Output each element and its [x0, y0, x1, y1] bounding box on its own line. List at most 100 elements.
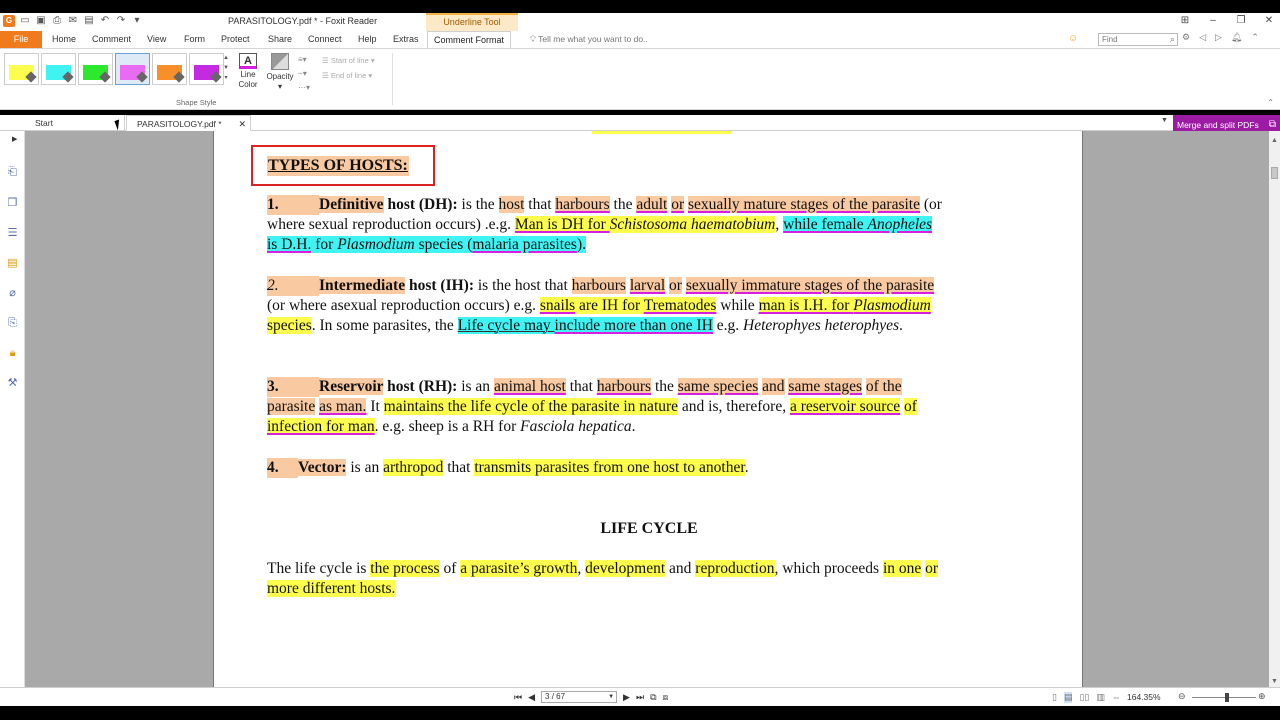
- tab-file[interactable]: File: [0, 31, 42, 48]
- customize-icon[interactable]: ▾: [131, 15, 143, 27]
- page-dropdown-icon[interactable]: ▼: [608, 692, 614, 702]
- forward-icon[interactable]: ▷: [1215, 32, 1222, 43]
- restore-button[interactable]: ❐: [1236, 15, 1246, 26]
- style-swatch-green[interactable]: [78, 53, 113, 85]
- tab-help[interactable]: Help: [358, 31, 377, 48]
- undo-icon[interactable]: ↶: [99, 15, 111, 27]
- vertical-scrollbar[interactable]: ▲ ▼: [1269, 131, 1280, 687]
- style-swatch-yellow[interactable]: [4, 53, 39, 85]
- tools-icon[interactable]: ⚒: [6, 377, 19, 390]
- line-dash-icon[interactable]: ┄▾: [298, 67, 310, 81]
- search-icon[interactable]: ⌕: [1170, 34, 1175, 45]
- continuous-page-icon[interactable]: ▤: [1063, 692, 1073, 703]
- opacity-button[interactable]: Opacity ▾: [266, 53, 294, 92]
- zoom-slider-track[interactable]: [1192, 697, 1256, 698]
- comments-icon[interactable]: ▤: [6, 257, 19, 270]
- line-width-icon[interactable]: ≡▾: [298, 53, 310, 67]
- next-view-icon[interactable]: ⧈: [663, 692, 669, 703]
- partial-highlight: [592, 131, 732, 134]
- tab-extras[interactable]: Extras: [393, 31, 419, 48]
- partial-line: [332, 131, 932, 135]
- minimize-button[interactable]: –: [1208, 15, 1218, 26]
- email-icon[interactable]: ✉: [67, 15, 79, 27]
- end-of-line-dropdown[interactable]: ☰ End of line ▾: [322, 68, 375, 83]
- p2-highlight: Plasmodium: [853, 297, 931, 314]
- bell-icon[interactable]: 🔔︎: [1231, 32, 1242, 43]
- tab-form[interactable]: Form: [184, 31, 205, 48]
- opacity-dropdown-icon: ▾: [277, 82, 282, 91]
- gear-icon[interactable]: ⚙: [1182, 32, 1190, 43]
- open-icon[interactable]: ▭: [19, 15, 31, 27]
- print-icon[interactable]: ⎙: [51, 15, 63, 27]
- bookmark-icon[interactable]: ⎗: [6, 166, 19, 179]
- single-page-icon[interactable]: ▯: [1052, 692, 1057, 703]
- style-swatch-purple[interactable]: [189, 53, 224, 85]
- tab-view[interactable]: View: [147, 31, 166, 48]
- smiley-icon[interactable]: ☺: [1068, 33, 1078, 44]
- style-swatch-orange[interactable]: [152, 53, 187, 85]
- tab-home[interactable]: Home: [52, 31, 76, 48]
- zoom-in-icon[interactable]: ⊕: [1258, 691, 1266, 702]
- scan-icon[interactable]: ▤: [83, 15, 95, 27]
- previous-view-icon[interactable]: ⧉: [650, 692, 656, 703]
- collapse-ribbon-icon[interactable]: ⌃: [1251, 32, 1259, 43]
- back-icon[interactable]: ◁: [1199, 32, 1206, 43]
- p1-highlight: host: [498, 196, 525, 213]
- page-number-input[interactable]: 3 / 67 ▼: [541, 691, 618, 703]
- fit-page-icon[interactable]: ⇔: [1112, 692, 1121, 703]
- scroll-up-icon[interactable]: ▲: [1271, 137, 1278, 144]
- document-viewport[interactable]: TYPES OF HOSTS: 1. Definitive host (DH): …: [25, 131, 1269, 687]
- ribbon-collapse-icon[interactable]: ⌃: [1267, 98, 1274, 107]
- p4-highlight: arthropod: [383, 459, 444, 476]
- last-page-icon[interactable]: ⏭: [636, 692, 644, 703]
- start-of-line-dropdown[interactable]: ☰ Start of line ▾: [322, 53, 375, 68]
- pages-icon[interactable]: ❐: [6, 197, 19, 210]
- save-icon[interactable]: ▣: [35, 15, 47, 27]
- zoom-level[interactable]: 164.35%: [1127, 692, 1161, 702]
- window-controls: ⊞ – ❐ ✕: [1180, 15, 1274, 26]
- previous-page-icon[interactable]: ◀: [528, 692, 535, 703]
- ribbon-display-icon[interactable]: ⊞: [1180, 15, 1190, 26]
- close-button[interactable]: ✕: [1264, 15, 1274, 26]
- style-swatch-pink[interactable]: [115, 53, 150, 85]
- expand-panel-icon[interactable]: ▶: [12, 135, 17, 143]
- tab-protect[interactable]: Protect: [221, 31, 250, 48]
- tell-me-search[interactable]: 💡︎ Tell me what you want to do..: [530, 31, 648, 48]
- pdf-page: TYPES OF HOSTS: 1. Definitive host (DH): …: [213, 131, 1083, 687]
- opacity-icon: [271, 53, 289, 70]
- first-page-icon[interactable]: ⏮: [514, 692, 522, 703]
- facing-page-icon[interactable]: ▯▯: [1079, 692, 1089, 703]
- attachment-icon[interactable]: ⌀: [6, 287, 19, 300]
- gallery-scroll[interactable]: ▲ ▼ ▾: [222, 53, 230, 85]
- tab-comment-format[interactable]: Comment Format: [427, 31, 512, 48]
- p5-highlight: reproduction: [695, 560, 775, 577]
- tab-document[interactable]: PARASITOLOGY.pdf * ✕: [126, 115, 251, 131]
- tab-comment[interactable]: Comment: [92, 31, 131, 48]
- paragraph-intermediate-host: 2. Intermediate host (IH): is the host th…: [267, 276, 1037, 336]
- redo-icon[interactable]: ↷: [115, 15, 127, 27]
- scroll-thumb[interactable]: [1271, 167, 1278, 179]
- close-tab-icon[interactable]: ✕: [238, 116, 246, 132]
- p2-highlight: Trematodes: [643, 297, 717, 314]
- signature-icon[interactable]: ⎘: [6, 317, 19, 330]
- continuous-facing-icon[interactable]: ▥: [1096, 692, 1105, 703]
- line-color-button[interactable]: A Line Color: [236, 53, 260, 90]
- p4-text: that: [443, 459, 475, 476]
- style-swatch-cyan[interactable]: [41, 53, 76, 85]
- line-misc-icon[interactable]: ⋯▾: [298, 81, 310, 95]
- p1-term-2: host (DH):: [383, 196, 458, 213]
- p2-text: Heterophyes heterophyes: [743, 317, 899, 334]
- tab-list-dropdown-icon[interactable]: ▼: [1161, 117, 1168, 124]
- p3-highlight: infection for man: [267, 418, 375, 435]
- find-input[interactable]: Find ⌕: [1098, 33, 1178, 46]
- toolbar-right-icons: ⚙ ◁ ▷ 🔔︎ ⌃: [1182, 32, 1259, 43]
- zoom-out-icon[interactable]: ⊖: [1178, 691, 1186, 702]
- zoom-slider-thumb[interactable]: [1225, 693, 1229, 702]
- scroll-down-icon[interactable]: ▼: [1271, 678, 1278, 685]
- lock-icon[interactable]: 🔒︎: [6, 347, 19, 360]
- layers-icon[interactable]: ☰: [6, 227, 19, 240]
- tab-share[interactable]: Share: [268, 31, 292, 48]
- tab-connect[interactable]: Connect: [308, 31, 342, 48]
- tab-start[interactable]: Start: [25, 115, 125, 131]
- next-page-icon[interactable]: ▶: [623, 692, 630, 703]
